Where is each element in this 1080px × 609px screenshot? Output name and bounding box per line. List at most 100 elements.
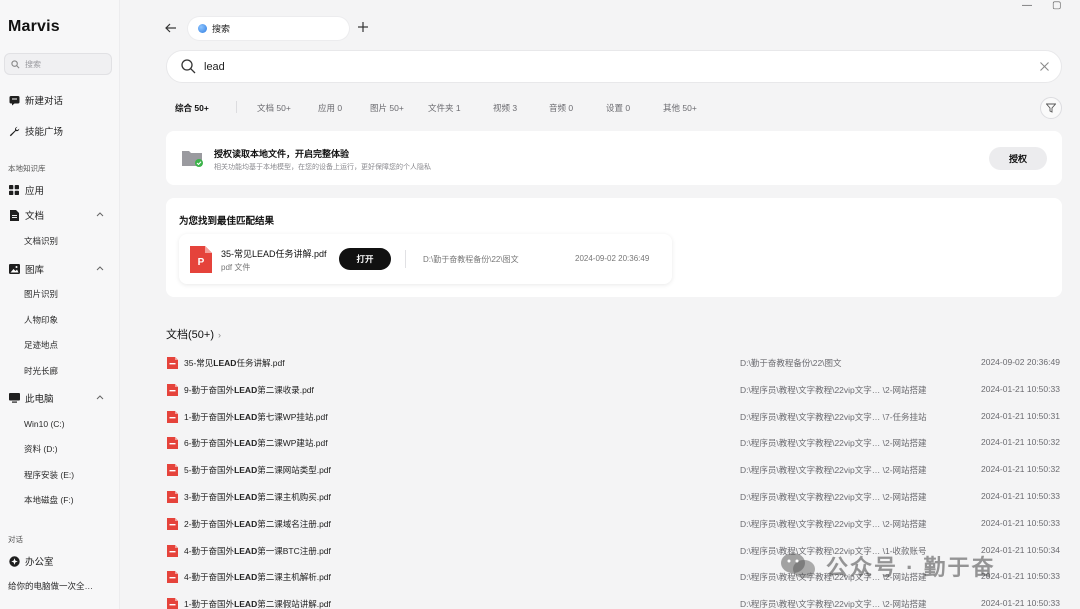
file-name-highlight: LEAD: [234, 438, 258, 449]
sidebar-item-doc-recognition[interactable]: 文档识别: [24, 234, 58, 248]
file-time: 2024-09-02 20:36:49: [981, 357, 1060, 367]
chevron-up-icon[interactable]: [96, 265, 104, 271]
pdf-file-icon: P: [190, 246, 212, 273]
file-name: 1-勤于奋国外LEAD第二课假站讲解.pdf: [184, 598, 331, 609]
section-chats: 对话: [8, 535, 23, 544]
table-row[interactable]: 1-勤于奋国外LEAD第七课WP挂站.pdf D:\程序员\教程\文字教程\22v…: [166, 409, 1066, 425]
table-row[interactable]: 2-勤于奋国外LEAD第二课域名注册.pdf D:\程序员\教程\文字教程\22v…: [166, 516, 1066, 532]
sidebar-item-people[interactable]: 人物印象: [24, 313, 58, 327]
sidebar-item-places[interactable]: 足迹地点: [24, 338, 58, 352]
search-input[interactable]: lead: [166, 50, 1062, 83]
plus-icon[interactable]: [358, 22, 368, 32]
open-button[interactable]: 打开: [339, 248, 391, 270]
file-name-suffix: 第二课主机购买.pdf: [257, 492, 331, 502]
maximize-button[interactable]: ▢: [1052, 0, 1061, 11]
table-row[interactable]: 5-勤于奋国外LEAD第二课网站类型.pdf D:\程序员\教程\文字教程\22v…: [166, 462, 1066, 478]
file-name-highlight: LEAD: [234, 384, 258, 395]
file-name-suffix: 第一课BTC注册.pdf: [257, 545, 331, 556]
search-icon: [181, 59, 196, 74]
file-path: D:\程序员\教程\文字教程\22vip文字… \2-网站搭建: [740, 599, 927, 609]
file-path: D:\勤于奋教程备份\22\图文: [740, 358, 842, 368]
docs-section-heading[interactable]: 文档(50+) ›: [166, 326, 221, 342]
section-local-kb: 本地知识库: [8, 164, 46, 173]
sidebar-item-gallery[interactable]: 图库: [8, 261, 112, 277]
file-time: 2024-01-21 10:50:32: [981, 437, 1060, 448]
tab-apps[interactable]: 应用 0: [318, 102, 342, 114]
file-name-prefix: 3-勤于奋国外: [184, 492, 235, 502]
file-name-suffix: 第二课假站讲解.pdf: [257, 599, 331, 609]
sidebar-item-drive-f[interactable]: 本地磁盘 (F:): [24, 493, 74, 507]
sidebar-item-timeline[interactable]: 时光长廊: [24, 364, 58, 378]
sidebar-item-label: 应用: [25, 186, 45, 197]
sidebar-item-label: 办公室: [25, 557, 54, 568]
sidebar-item-image-recognition[interactable]: 图片识别: [24, 287, 58, 301]
minimize-button[interactable]: —: [1022, 0, 1032, 11]
file-name-highlight: LEAD: [234, 411, 258, 422]
file-name-highlight: LEAD: [213, 358, 237, 368]
file-time: 2024-01-21 10:50:31: [981, 410, 1060, 421]
chevron-up-icon[interactable]: [96, 211, 104, 217]
tab-other[interactable]: 其他 50+: [663, 102, 697, 114]
table-row[interactable]: 3-勤于奋国外LEAD第二课主机购买.pdf D:\程序员\教程\文字教程\22v…: [166, 489, 1066, 505]
chevron-up-icon[interactable]: [96, 394, 104, 400]
file-name: 3-勤于奋国外LEAD第二课主机购买.pdf: [184, 491, 331, 503]
sidebar-item-apps[interactable]: 应用: [8, 182, 112, 198]
close-icon[interactable]: [1040, 62, 1049, 71]
file-name: 5-勤于奋国外LEAD第二课网站类型.pdf: [184, 464, 331, 476]
pdf-file-icon: [167, 464, 178, 477]
file-name-prefix: 1-勤于奋国外: [184, 599, 235, 609]
file-name-prefix: 35-常见: [184, 358, 214, 368]
file-name-highlight: LEAD: [234, 492, 258, 502]
tab-settings[interactable]: 设置 0: [606, 102, 630, 114]
tab-all[interactable]: 综合 50+: [175, 102, 209, 114]
back-arrow-icon[interactable]: [165, 22, 177, 34]
table-row[interactable]: 35-常见LEAD任务讲解.pdf D:\勤于奋教程备份\22\图文 2024-09…: [166, 355, 1066, 371]
sidebar-item-docs[interactable]: 文档: [8, 207, 112, 223]
filter-button[interactable]: [1040, 97, 1062, 119]
file-name-prefix: 5-勤于奋国外: [184, 465, 235, 476]
tab-videos[interactable]: 视频 3: [493, 102, 517, 114]
sidebar-item-office[interactable]: 办公室: [8, 553, 112, 569]
best-match-card[interactable]: P 35-常见LEAD任务讲解.pdf pdf 文件 打开 D:\勤于奋教程备份…: [179, 234, 672, 284]
file-name-prefix: 4-勤于奋国外: [184, 545, 235, 556]
tab-audio[interactable]: 音频 0: [549, 102, 573, 114]
table-row[interactable]: 1-勤于奋国外LEAD第二课假站讲解.pdf D:\程序员\教程\文字教程\22v…: [166, 596, 1066, 609]
tab-search[interactable]: 搜索: [188, 17, 349, 40]
search-icon: [11, 59, 20, 68]
file-name-highlight: LEAD: [234, 572, 258, 583]
filter-divider: [236, 101, 237, 113]
pdf-file-icon: [167, 357, 178, 369]
table-row[interactable]: 6-勤于奋国外LEAD第二课WP建站.pdf D:\程序员\教程\文字教程\22v…: [166, 435, 1066, 451]
sidebar-item-skill-plaza[interactable]: 技能广场: [8, 123, 112, 139]
sidebar-item-this-pc[interactable]: 此电脑: [8, 390, 112, 406]
file-name-prefix: 6-勤于奋国外: [184, 438, 235, 449]
wrench-icon: [8, 125, 20, 137]
file-name-highlight: LEAD: [234, 465, 258, 476]
file-path: D:\程序员\教程\文字教程\22vip文字… \2-网站搭建: [740, 492, 927, 502]
file-name: 9-勤于奋国外LEAD第二课收录.pdf: [184, 384, 314, 396]
file-name: 6-勤于奋国外LEAD第二课WP建站.pdf: [184, 437, 328, 449]
file-name-suffix: 第二课收录.pdf: [257, 384, 314, 395]
file-name-highlight: LEAD: [234, 599, 258, 609]
tab-images[interactable]: 图片 50+: [370, 102, 404, 114]
file-name-prefix: 4-勤于奋国外: [184, 572, 235, 583]
tab-folders[interactable]: 文件夹 1: [428, 102, 461, 114]
file-name: 4-勤于奋国外LEAD第二课主机解析.pdf: [184, 571, 331, 583]
authorize-button[interactable]: 授权: [989, 147, 1047, 170]
tab-docs[interactable]: 文档 50+: [257, 102, 291, 114]
sidebar-item-drive-e[interactable]: 程序安装 (E:): [24, 468, 74, 482]
file-name-prefix: 2-勤于奋国外: [184, 518, 235, 529]
image-icon: [8, 263, 20, 275]
folder-shield-icon: [182, 151, 203, 167]
sidebar-recent-chat[interactable]: 给你的电脑做一次全…: [8, 579, 93, 593]
best-match-file-type: pdf 文件: [221, 263, 251, 272]
sidebar-search-input[interactable]: 搜索: [4, 53, 112, 75]
table-row[interactable]: 9-勤于奋国外LEAD第二课收录.pdf D:\程序员\教程\文字教程\22vip…: [166, 382, 1066, 398]
sidebar-item-drive-d[interactable]: 资料 (D:): [24, 442, 58, 456]
sidebar-item-drive-c[interactable]: Win10 (C:): [24, 417, 65, 431]
sidebar-item-label: 新建对话: [25, 96, 64, 107]
monitor-icon: [8, 392, 20, 404]
file-path: D:\程序员\教程\文字教程\22vip文字… \2-网站搭建: [740, 465, 927, 476]
sidebar-item-new-chat[interactable]: 新建对话: [8, 92, 112, 108]
file-name-suffix: 第七课WP挂站.pdf: [257, 411, 328, 422]
